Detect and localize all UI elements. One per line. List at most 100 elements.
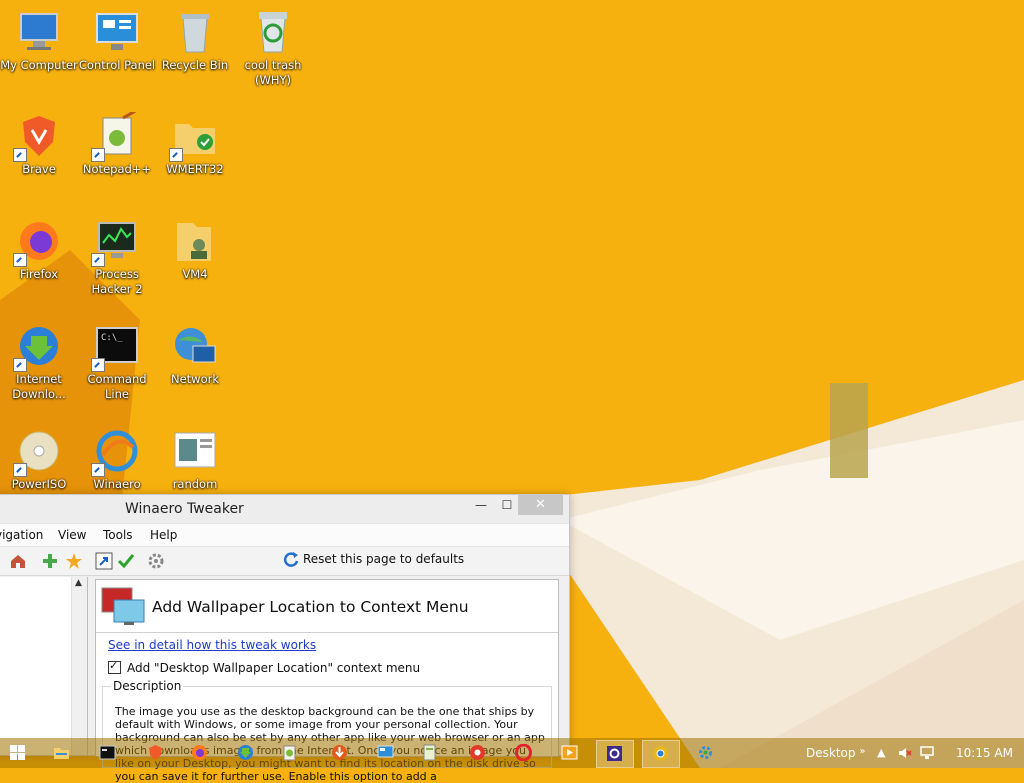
menu-tools[interactable]: Tools bbox=[103, 528, 133, 542]
tweak-detail-link[interactable]: See in detail how this tweak works bbox=[108, 638, 316, 652]
brave-icon bbox=[13, 112, 63, 162]
downloader-icon bbox=[332, 745, 347, 760]
reset-page-button[interactable]: Reset this page to defaults bbox=[283, 551, 464, 571]
start-windows-icon bbox=[10, 745, 25, 760]
desktop-icon-label: Recycle Bin bbox=[161, 58, 229, 72]
taskbar-control-panel[interactable] bbox=[368, 740, 404, 766]
desktop-icon-random[interactable]: random bbox=[156, 427, 234, 492]
desktop-icon-cool-trash[interactable]: cool trash (WHY) bbox=[234, 8, 312, 88]
navigation-tree[interactable]: ▲ bbox=[0, 577, 88, 755]
reset-page-label: Reset this page to defaults bbox=[303, 552, 465, 566]
desktop-icon-label: Internet Downlo... bbox=[12, 372, 66, 401]
desktop-icon-label: Process Hacker 2 bbox=[91, 267, 143, 296]
desktop-icon-command-line[interactable]: C:\_ Command Line bbox=[78, 322, 156, 402]
document-icon bbox=[171, 427, 219, 475]
terminal-icon bbox=[99, 745, 116, 760]
file-explorer-icon bbox=[54, 748, 69, 759]
desktop-icon-label: Network bbox=[170, 372, 220, 386]
desktop-icon-network[interactable]: Network bbox=[156, 322, 234, 387]
desktop-icon-recycle-bin[interactable]: Recycle Bin bbox=[156, 8, 234, 73]
winaero-tweaker-window[interactable]: Winaero Tweaker — ☐ ✕ vigation View Tool… bbox=[0, 494, 570, 783]
desktop-icon-label: Firefox bbox=[19, 267, 59, 281]
desktop-icon-label: random bbox=[172, 477, 218, 491]
desktop-toolbar-text: Desktop bbox=[806, 746, 856, 760]
svg-text:C:\_: C:\_ bbox=[101, 333, 123, 343]
folder-shield-icon bbox=[169, 112, 219, 162]
toolbar: Reset this page to defaults bbox=[0, 546, 569, 576]
computer-icon bbox=[15, 8, 63, 56]
desktop-icon-label: Notepad++ bbox=[82, 162, 152, 176]
desktop-icon-label: My Computer bbox=[0, 58, 78, 72]
taskbar-media-player[interactable] bbox=[552, 740, 588, 766]
desktop-icon-notepad-plus[interactable]: Notepad++ bbox=[78, 108, 156, 177]
desktop-icon-vm4[interactable]: VM4 bbox=[156, 217, 234, 282]
wallpaper-monitor-icon bbox=[101, 587, 145, 625]
desktop-icon-winaero[interactable]: Winaero bbox=[78, 427, 156, 492]
desktop-icon-label: Winaero bbox=[93, 477, 141, 491]
desktop-icon-label: PowerISO bbox=[11, 477, 67, 491]
taskbar-avast[interactable] bbox=[460, 740, 496, 766]
window-titlebar[interactable]: Winaero Tweaker — ☐ ✕ bbox=[0, 495, 569, 523]
menu-view[interactable]: View bbox=[58, 528, 86, 542]
add-bookmark-icon[interactable] bbox=[41, 552, 59, 570]
taskbar-downloader[interactable] bbox=[322, 740, 358, 766]
start-button[interactable] bbox=[0, 740, 36, 766]
taskbar-chrome[interactable] bbox=[642, 740, 680, 768]
desktop-icon-brave[interactable]: Brave bbox=[0, 112, 78, 177]
show-hidden-icons-icon[interactable]: ▲ bbox=[877, 746, 885, 759]
desktop-icon-label: cool trash (WHY) bbox=[244, 58, 302, 87]
taskbar-internet-download-manager[interactable] bbox=[228, 740, 264, 766]
desktop-icon-internet-download-manager[interactable]: Internet Downlo... bbox=[0, 322, 78, 402]
desktop-icon-wmert32[interactable]: WMERT32 bbox=[156, 112, 234, 177]
opera-icon bbox=[515, 744, 532, 761]
taskbar-settings[interactable] bbox=[688, 740, 724, 766]
document-icon bbox=[423, 744, 436, 761]
stray-window-fragment bbox=[830, 383, 868, 478]
scroll-up-icon[interactable]: ▲ bbox=[75, 578, 82, 588]
volume-muted-icon[interactable] bbox=[898, 746, 912, 760]
checkbox-label: Add "Desktop Wallpaper Location" context… bbox=[127, 661, 421, 675]
bookmarks-star-icon[interactable] bbox=[65, 552, 83, 570]
expand-toolbar-icon[interactable]: » bbox=[859, 746, 865, 757]
taskbar-brave[interactable] bbox=[138, 740, 174, 766]
user-folder-icon bbox=[171, 217, 219, 265]
taskbar-document[interactable] bbox=[412, 740, 448, 766]
home-icon[interactable] bbox=[9, 552, 27, 570]
wallpaper-location-option[interactable]: Add "Desktop Wallpaper Location" context… bbox=[108, 659, 421, 675]
media-player-icon bbox=[561, 745, 578, 760]
taskbar-file-explorer[interactable] bbox=[44, 740, 80, 766]
tree-scrollbar[interactable]: ▲ bbox=[71, 577, 87, 755]
minimize-button[interactable]: — bbox=[467, 495, 495, 515]
desktop-icon-poweriso[interactable]: PowerISO bbox=[0, 427, 78, 492]
menu-help[interactable]: Help bbox=[150, 528, 177, 542]
winaero-tweaker-icon bbox=[607, 746, 622, 761]
taskbar-winaero-tweaker[interactable] bbox=[596, 740, 634, 768]
network-icon bbox=[171, 322, 219, 370]
firefox-icon bbox=[192, 745, 207, 760]
close-button[interactable]: ✕ bbox=[518, 495, 563, 515]
taskbar-command-line[interactable] bbox=[90, 740, 126, 766]
menu-bar: vigation View Tools Help bbox=[0, 523, 569, 546]
recycle-bin-full-icon bbox=[249, 8, 297, 56]
idm-icon bbox=[13, 322, 63, 372]
avast-icon bbox=[470, 745, 485, 760]
desktop-icon-control-panel[interactable]: Control Panel bbox=[78, 8, 156, 73]
desktop-icon-my-computer[interactable]: My Computer bbox=[0, 8, 78, 73]
desktop-toolbar-label[interactable]: Desktop » bbox=[806, 746, 865, 760]
wallpaper-location-checkbox[interactable] bbox=[108, 659, 121, 674]
menu-navigation[interactable]: vigation bbox=[0, 528, 43, 542]
desktop-icon-label: Command Line bbox=[87, 372, 147, 401]
taskbar-clock[interactable]: 10:15 AM bbox=[956, 746, 1013, 760]
network-status-icon[interactable] bbox=[920, 746, 936, 760]
terminal-icon: C:\_ bbox=[91, 322, 141, 372]
taskbar-firefox[interactable] bbox=[182, 740, 218, 766]
taskbar-opera[interactable] bbox=[506, 740, 542, 766]
shortcut-icon[interactable] bbox=[95, 552, 113, 570]
taskbar: Desktop » ▲ 10:15 AM bbox=[0, 738, 1024, 768]
apply-check-icon[interactable] bbox=[117, 552, 135, 570]
maximize-button[interactable]: ☐ bbox=[493, 495, 521, 515]
desktop-icon-process-hacker[interactable]: Process Hacker 2 bbox=[78, 217, 156, 297]
desktop-icon-firefox[interactable]: Firefox bbox=[0, 217, 78, 282]
taskbar-notepad-plus[interactable] bbox=[272, 740, 308, 766]
settings-gear-icon[interactable] bbox=[147, 552, 165, 570]
